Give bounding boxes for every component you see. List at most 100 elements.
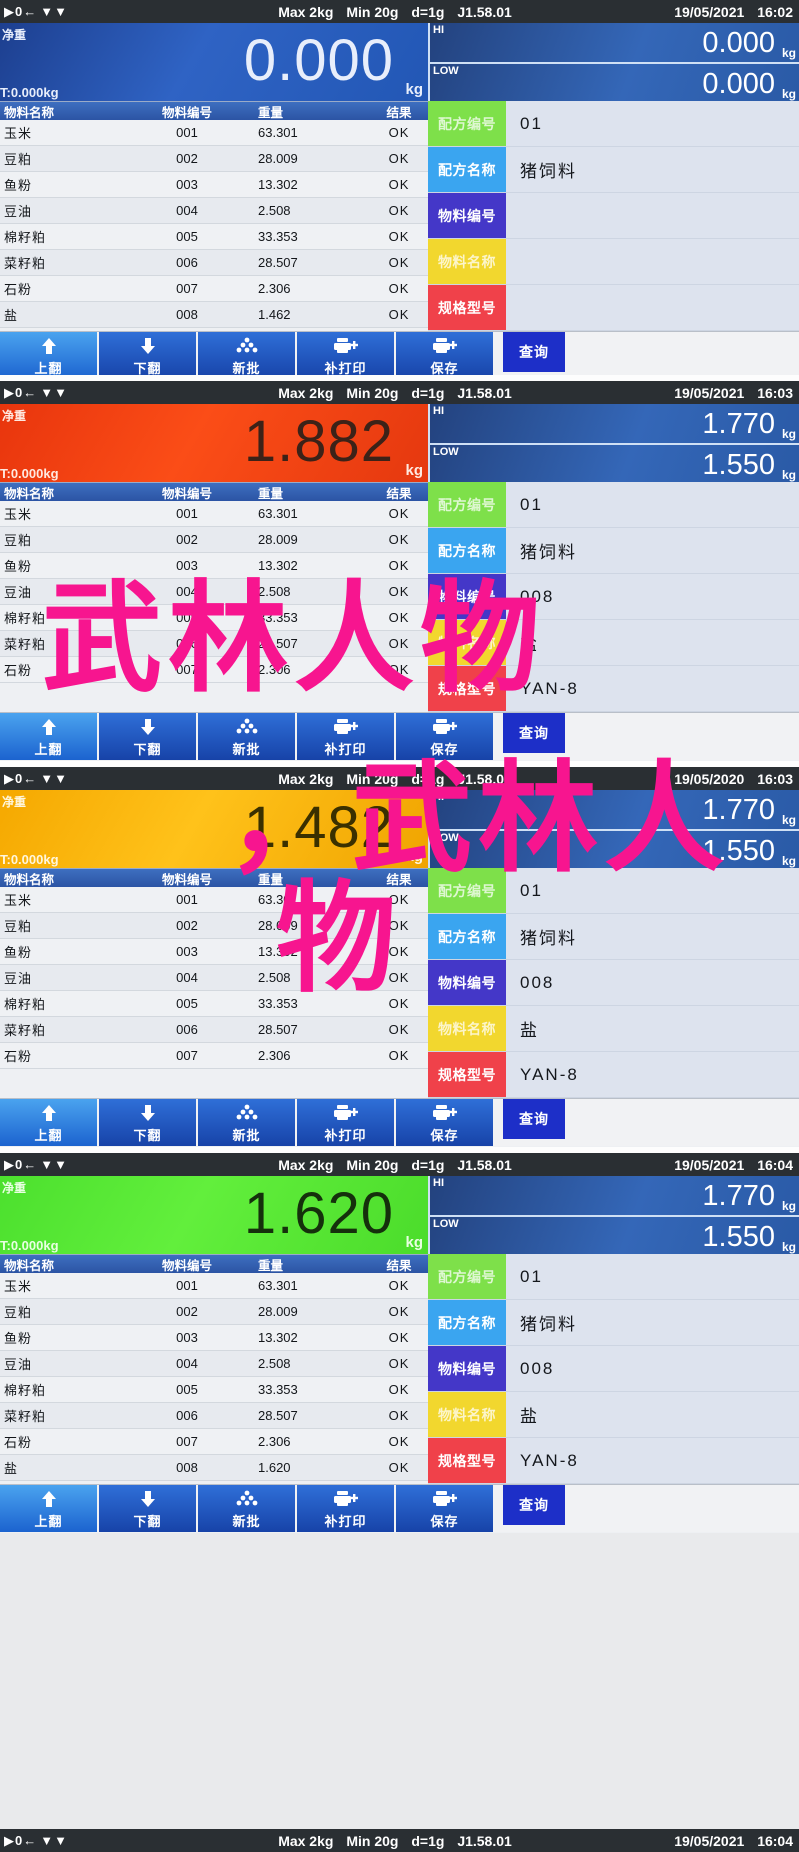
field-recipe-no[interactable]: 配方编号 01 <box>428 101 799 147</box>
save-button[interactable]: 保存 <box>396 1485 495 1532</box>
table-row[interactable]: 石粉 007 2.306 OK <box>0 1043 428 1069</box>
table-row[interactable]: 玉米 001 63.301 OK <box>0 501 428 527</box>
field-recipe-name[interactable]: 配方名称 猪饲料 <box>428 914 799 960</box>
page-down-button[interactable]: 下翻 <box>99 713 198 760</box>
recipe-no-tag[interactable]: 配方编号 <box>428 868 506 913</box>
table-row[interactable]: 豆粕 002 28.009 OK <box>0 1299 428 1325</box>
page-up-button[interactable]: 上翻 <box>0 332 99 375</box>
table-row[interactable]: 菜籽粕 006 28.507 OK <box>0 1403 428 1429</box>
material-name-tag[interactable]: 物料名称 <box>428 1006 506 1051</box>
table-body[interactable]: 玉米 001 63.301 OK 豆粕 002 28.009 OK 鱼粉 003 13.302 OK 豆… <box>0 887 428 1069</box>
table-row[interactable]: 石粉 007 2.306 OK <box>0 1429 428 1455</box>
table-body[interactable]: 玉米 001 63.301 OK 豆粕 002 28.009 OK 鱼粉 003 13.302 OK 豆… <box>0 501 428 683</box>
bottom-toolbar[interactable]: 上翻 下翻 新批 补打印 保存 查询 <box>0 1098 799 1146</box>
page-up-button[interactable]: 上翻 <box>0 713 99 760</box>
spec-model-tag[interactable]: 规格型号 <box>428 1052 506 1097</box>
table-row[interactable]: 豆粕 002 28.009 OK <box>0 146 428 172</box>
page-down-button[interactable]: 下翻 <box>99 1099 198 1146</box>
table-row[interactable]: 鱼粉 003 13.302 OK <box>0 172 428 198</box>
table-row[interactable]: 鱼粉 003 13.302 OK <box>0 939 428 965</box>
table-row[interactable]: 豆油 004 2.508 OK <box>0 1351 428 1377</box>
page-down-button[interactable]: 下翻 <box>99 1485 198 1532</box>
field-recipe-no[interactable]: 配方编号 01 <box>428 482 799 528</box>
table-row[interactable]: 菜籽粕 006 28.507 OK <box>0 631 428 657</box>
table-row[interactable]: 棉籽粕 005 33.353 OK <box>0 224 428 250</box>
bottom-toolbar[interactable]: 上翻 下翻 新批 补打印 保存 查询 <box>0 712 799 760</box>
page-up-button[interactable]: 上翻 <box>0 1099 99 1146</box>
query-button[interactable]: 查询 <box>503 332 565 372</box>
reprint-button[interactable]: 补打印 <box>297 713 396 760</box>
table-row[interactable]: 豆油 004 2.508 OK <box>0 965 428 991</box>
query-button[interactable]: 查询 <box>503 713 565 753</box>
field-material-name[interactable]: 物料名称 盐 <box>428 1392 799 1438</box>
material-name-tag[interactable]: 物料名称 <box>428 1392 506 1437</box>
field-material-name[interactable]: 物料名称 盐 <box>428 1006 799 1052</box>
recipe-no-tag[interactable]: 配方编号 <box>428 1254 506 1299</box>
bottom-toolbar[interactable]: 上翻 下翻 新批 补打印 保存 查询 <box>0 331 799 375</box>
query-button[interactable]: 查询 <box>503 1099 565 1139</box>
material-no-tag[interactable]: 物料编号 <box>428 960 506 1005</box>
spec-model-tag[interactable]: 规格型号 <box>428 666 506 711</box>
table-row[interactable]: 石粉 007 2.306 OK <box>0 657 428 683</box>
page-down-button[interactable]: 下翻 <box>99 332 198 375</box>
field-material-name[interactable]: 物料名称 <box>428 239 799 285</box>
table-body[interactable]: 玉米 001 63.301 OK 豆粕 002 28.009 OK 鱼粉 003 13.302 OK 豆… <box>0 1273 428 1481</box>
table-row[interactable]: 盐 008 1.462 OK <box>0 302 428 328</box>
field-recipe-name[interactable]: 配方名称 猪饲料 <box>428 1300 799 1346</box>
table-row[interactable]: 盐 008 1.620 OK <box>0 1455 428 1481</box>
table-row[interactable]: 玉米 001 63.301 OK <box>0 1273 428 1299</box>
field-material-no[interactable]: 物料编号 008 <box>428 960 799 1006</box>
save-button[interactable]: 保存 <box>396 332 495 375</box>
table-body[interactable]: 玉米 001 63.301 OK 豆粕 002 28.009 OK 鱼粉 003 13.302 OK 豆… <box>0 120 428 328</box>
new-batch-button[interactable]: 新批 <box>198 1485 297 1532</box>
new-batch-button[interactable]: 新批 <box>198 1099 297 1146</box>
table-row[interactable]: 棉籽粕 005 33.353 OK <box>0 1377 428 1403</box>
spec-model-tag[interactable]: 规格型号 <box>428 1438 506 1483</box>
field-recipe-name[interactable]: 配方名称 猪饲料 <box>428 147 799 193</box>
recipe-no-tag[interactable]: 配方编号 <box>428 482 506 527</box>
field-material-no[interactable]: 物料编号 008 <box>428 1346 799 1392</box>
material-name-tag[interactable]: 物料名称 <box>428 239 506 284</box>
recipe-name-tag[interactable]: 配方名称 <box>428 147 506 192</box>
field-recipe-name[interactable]: 配方名称 猪饲料 <box>428 528 799 574</box>
table-row[interactable]: 菜籽粕 006 28.507 OK <box>0 250 428 276</box>
field-material-no[interactable]: 物料编号 <box>428 193 799 239</box>
field-spec-model[interactable]: 规格型号 <box>428 285 799 331</box>
table-row[interactable]: 豆油 004 2.508 OK <box>0 579 428 605</box>
material-no-tag[interactable]: 物料编号 <box>428 1346 506 1391</box>
table-row[interactable]: 豆粕 002 28.009 OK <box>0 527 428 553</box>
recipe-name-tag[interactable]: 配方名称 <box>428 914 506 959</box>
field-recipe-no[interactable]: 配方编号 01 <box>428 868 799 914</box>
table-row[interactable]: 石粉 007 2.306 OK <box>0 276 428 302</box>
page-up-button[interactable]: 上翻 <box>0 1485 99 1532</box>
table-row[interactable]: 豆粕 002 28.009 OK <box>0 913 428 939</box>
spec-model-tag[interactable]: 规格型号 <box>428 285 506 330</box>
recipe-name-tag[interactable]: 配方名称 <box>428 1300 506 1345</box>
table-row[interactable]: 棉籽粕 005 33.353 OK <box>0 605 428 631</box>
table-row[interactable]: 鱼粉 003 13.302 OK <box>0 1325 428 1351</box>
table-row[interactable]: 豆油 004 2.508 OK <box>0 198 428 224</box>
material-no-tag[interactable]: 物料编号 <box>428 193 506 238</box>
table-row[interactable]: 玉米 001 63.301 OK <box>0 887 428 913</box>
table-row[interactable]: 鱼粉 003 13.302 OK <box>0 553 428 579</box>
recipe-name-tag[interactable]: 配方名称 <box>428 528 506 573</box>
table-row[interactable]: 棉籽粕 005 33.353 OK <box>0 991 428 1017</box>
save-button[interactable]: 保存 <box>396 1099 495 1146</box>
field-spec-model[interactable]: 规格型号 YAN-8 <box>428 1438 799 1484</box>
field-recipe-no[interactable]: 配方编号 01 <box>428 1254 799 1300</box>
bottom-toolbar[interactable]: 上翻 下翻 新批 补打印 保存 查询 <box>0 1484 799 1532</box>
reprint-button[interactable]: 补打印 <box>297 1485 396 1532</box>
field-spec-model[interactable]: 规格型号 YAN-8 <box>428 1052 799 1098</box>
table-row[interactable]: 菜籽粕 006 28.507 OK <box>0 1017 428 1043</box>
new-batch-button[interactable]: 新批 <box>198 713 297 760</box>
new-batch-button[interactable]: 新批 <box>198 332 297 375</box>
material-name-tag[interactable]: 物料名称 <box>428 620 506 665</box>
field-material-name[interactable]: 物料名称 盐 <box>428 620 799 666</box>
reprint-button[interactable]: 补打印 <box>297 332 396 375</box>
table-row[interactable]: 玉米 001 63.301 OK <box>0 120 428 146</box>
query-button[interactable]: 查询 <box>503 1485 565 1525</box>
field-spec-model[interactable]: 规格型号 YAN-8 <box>428 666 799 712</box>
reprint-button[interactable]: 补打印 <box>297 1099 396 1146</box>
save-button[interactable]: 保存 <box>396 713 495 760</box>
material-no-tag[interactable]: 物料编号 <box>428 574 506 619</box>
